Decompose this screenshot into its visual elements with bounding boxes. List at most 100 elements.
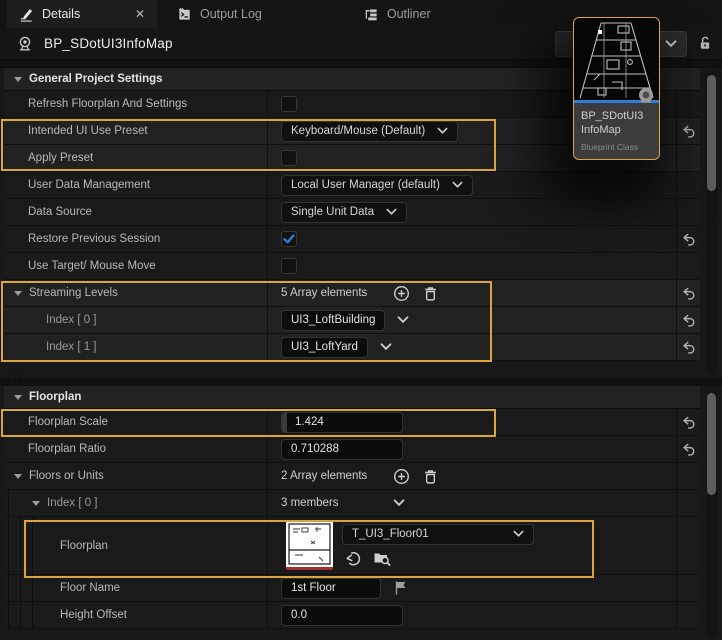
property-label: User Data Management: [28, 179, 150, 191]
use-target-mouse-move-checkbox[interactable]: [281, 258, 297, 274]
indent-guide: [8, 490, 9, 629]
tooltip-asset-name-line1: BP_SDotUI3: [581, 109, 652, 123]
reset-to-default-icon[interactable]: [681, 124, 696, 139]
streaming-index-0-value[interactable]: UI3_LoftBuilding: [281, 310, 385, 331]
tab-details[interactable]: Details ✕: [7, 0, 157, 28]
property-label: Index [ 0 ]: [47, 497, 98, 509]
flag-icon[interactable]: [393, 580, 409, 596]
row-floorplan-scale: Floorplan Scale 1.424: [4, 409, 700, 436]
refresh-floorplan-checkbox[interactable]: [281, 96, 297, 112]
indent-guide: [20, 517, 21, 629]
tab-details-label: Details: [42, 7, 80, 21]
row-height-offset: Height Offset 0.0: [4, 602, 700, 629]
array-count: 5 Array elements: [281, 287, 367, 299]
category-expander-icon[interactable]: [14, 395, 22, 400]
floorplan-ratio-input[interactable]: 0.710288: [281, 439, 403, 460]
category-floorplan[interactable]: Floorplan: [4, 386, 700, 409]
row-floorplan-texture: Floorplan: [4, 517, 700, 575]
category-label: General Project Settings: [29, 73, 163, 85]
reset-to-default-icon[interactable]: [681, 313, 696, 328]
user-data-management-dropdown[interactable]: Local User Manager (default): [281, 175, 473, 196]
chevron-down-icon[interactable]: [380, 343, 392, 351]
tooltip-asset-type: Blueprint Class: [581, 142, 652, 152]
add-array-element-icon[interactable]: [393, 468, 410, 485]
chevron-down-icon[interactable]: [397, 316, 409, 324]
row-restore-previous-session: Restore Previous Session: [4, 226, 700, 253]
output-log-tab-icon: [177, 7, 192, 22]
tooltip-thumbnail-image: [574, 18, 659, 100]
floorplan-scale-input[interactable]: 1.424: [281, 412, 403, 433]
row-use-target-mouse-move: Use Target/ Mouse Move: [4, 253, 700, 280]
scrollbar-thumb[interactable]: [707, 393, 716, 495]
reset-to-default-icon[interactable]: [681, 415, 696, 430]
chevron-down-icon[interactable]: [393, 499, 405, 507]
details-panel-window: Details ✕ Output Log Outliner BP_SDotUI3…: [0, 0, 722, 640]
floorplan-texture-dropdown[interactable]: T_UI3_Floor01: [342, 524, 534, 545]
floor-name-input[interactable]: 1st Floor: [281, 578, 381, 599]
category-expander-icon[interactable]: [14, 77, 22, 82]
reset-to-default-icon[interactable]: [681, 442, 696, 457]
browse-to-asset-icon[interactable]: [373, 550, 391, 566]
row-user-data-management: User Data Management Local User Manager …: [4, 172, 700, 199]
dropdown-value: T_UI3_Floor01: [352, 528, 429, 540]
dropdown-value: Local User Manager (default): [291, 179, 440, 191]
restore-previous-session-checkbox[interactable]: [281, 231, 297, 247]
property-label: Restore Previous Session: [28, 233, 160, 245]
scrollbar-panel1[interactable]: [706, 71, 717, 375]
tab-outliner[interactable]: Outliner: [352, 0, 443, 28]
expander-icon[interactable]: [14, 474, 22, 479]
indent-guide: [32, 517, 33, 629]
scrollbar-panel2[interactable]: [706, 389, 717, 637]
delete-array-icon[interactable]: [422, 285, 439, 302]
scrollbar-thumb[interactable]: [707, 75, 716, 191]
chevron-down-icon: [452, 181, 463, 189]
floorplan-texture-thumbnail[interactable]: [286, 521, 333, 570]
blueprint-title: BP_SDotUI3InfoMap: [44, 36, 173, 51]
chevron-down-icon: [513, 530, 524, 538]
tab-close-icon[interactable]: ✕: [135, 7, 145, 21]
property-label: Index [ 1 ]: [46, 341, 97, 353]
outliner-tab-icon: [364, 7, 379, 22]
dropdown-value: Keyboard/Mouse (Default): [291, 125, 425, 137]
row-floorplan-ratio: Floorplan Ratio 0.710288: [4, 436, 700, 463]
property-label: Floorplan: [60, 540, 108, 552]
row-floors-index-0: Index [ 0 ] 3 members: [4, 490, 700, 517]
property-label: Streaming Levels: [29, 287, 118, 299]
property-label: Height Offset: [60, 609, 127, 621]
add-array-element-icon[interactable]: [393, 285, 410, 302]
expander-icon[interactable]: [32, 501, 40, 506]
delete-array-icon[interactable]: [422, 468, 439, 485]
expander-icon[interactable]: [14, 291, 22, 296]
blueprint-class-icon: [16, 35, 34, 53]
chevron-down-icon: [665, 40, 677, 48]
tab-output-log-label: Output Log: [200, 7, 262, 21]
tab-output-log[interactable]: Output Log: [165, 0, 274, 28]
panel-floorplan: Floorplan Floorplan Scale 1.424 Floorpla…: [0, 386, 722, 640]
use-selected-asset-icon[interactable]: [345, 550, 362, 567]
row-streaming-index-1: Index [ 1 ] UI3_LoftYard: [4, 334, 700, 361]
property-label: Floors or Units: [29, 470, 104, 482]
data-source-dropdown[interactable]: Single Unit Data: [281, 202, 407, 223]
dropdown-value: Single Unit Data: [291, 206, 374, 218]
tooltip-asset-name-line2: InfoMap: [581, 123, 652, 137]
reset-to-default-icon[interactable]: [681, 232, 696, 247]
reset-to-default-icon[interactable]: [681, 340, 696, 355]
property-label: Intended UI Use Preset: [28, 125, 148, 137]
details-tab-icon: [19, 7, 34, 22]
row-streaming-index-0: Index [ 0 ] UI3_LoftBuilding: [4, 307, 700, 334]
streaming-index-1-value[interactable]: UI3_LoftYard: [281, 337, 368, 358]
checkmark-icon: [283, 234, 295, 244]
intended-ui-use-preset-dropdown[interactable]: Keyboard/Mouse (Default): [281, 121, 458, 142]
members-count: 3 members: [281, 497, 339, 509]
row-floor-name: Floor Name 1st Floor: [4, 575, 700, 602]
reset-to-default-icon[interactable]: [681, 286, 696, 301]
apply-preset-checkbox[interactable]: [281, 150, 297, 166]
property-label: Floorplan Ratio: [28, 443, 106, 455]
property-label: Index [ 0 ]: [46, 314, 97, 326]
row-floors-or-units: Floors or Units 2 Array elements: [4, 463, 700, 490]
category-label: Floorplan: [29, 391, 81, 403]
height-offset-input[interactable]: 0.0: [281, 605, 403, 626]
property-label: Floorplan Scale: [28, 416, 108, 428]
lock-icon[interactable]: [697, 35, 713, 51]
row-data-source: Data Source Single Unit Data: [4, 199, 700, 226]
